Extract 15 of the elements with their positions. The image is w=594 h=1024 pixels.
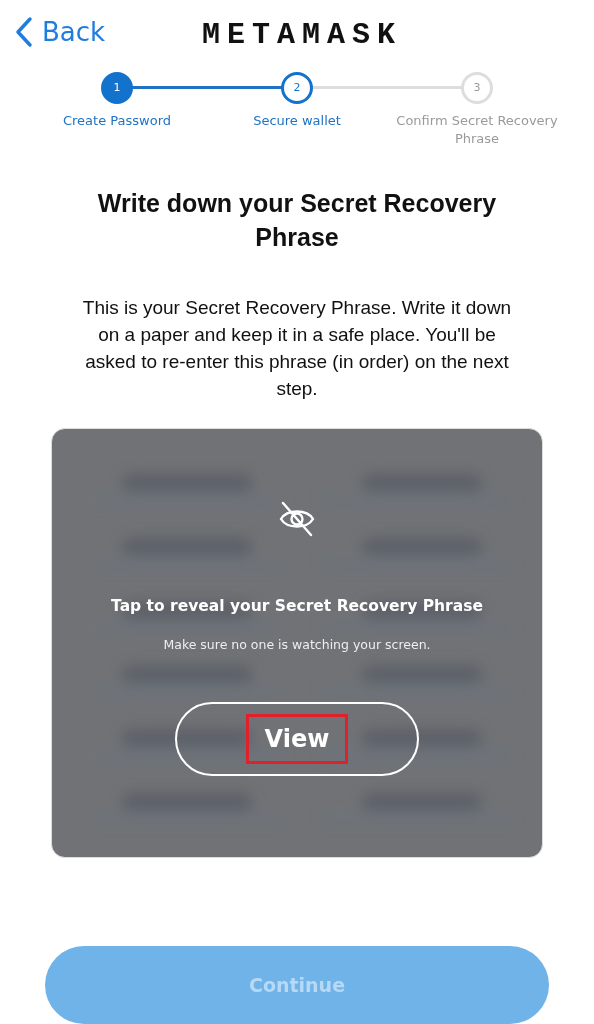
back-button[interactable]: Back [14, 16, 106, 48]
view-button[interactable]: View [175, 701, 419, 776]
step-label: Confirm Secret Recovery Phrase [395, 111, 559, 148]
reveal-note: Make sure no one is watching your screen. [163, 636, 431, 652]
logo-text: METAMASK [202, 17, 402, 52]
page-title: Write down your Secret Recovery Phrase [96, 187, 498, 253]
reveal-card[interactable]: Tap to reveal your Secret Recovery Phrase Make sure no one is watching your screen. View [51, 427, 543, 859]
step-circle: 3 [461, 71, 493, 104]
chevron-left-icon [14, 16, 34, 48]
reveal-heading: Tap to reveal your Secret Recovery Phrase [111, 596, 483, 615]
step-label: Secure wallet [253, 111, 341, 130]
step-circle: 2 [281, 71, 313, 104]
step-circle: 1 [101, 71, 133, 104]
description-text: This is your Secret Recovery Phrase. Write it down on a paper and keep it in a safe place. You'll be asked to re-enter this phrase (in order) on the next step. [81, 295, 513, 401]
step-label: Create Password [62, 111, 172, 130]
